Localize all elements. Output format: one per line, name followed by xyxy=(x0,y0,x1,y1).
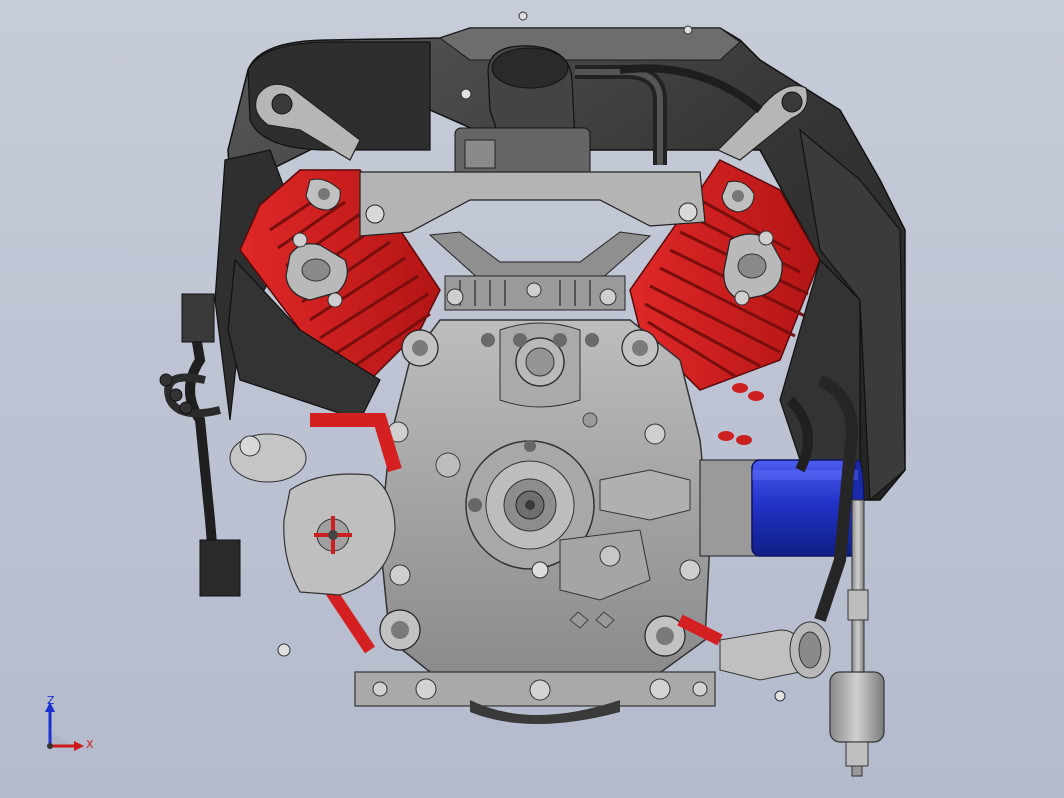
cad-viewport[interactable]: Z X xyxy=(0,0,1064,798)
solenoid xyxy=(229,433,307,483)
x-axis-label: X xyxy=(86,738,94,751)
engine-model[interactable] xyxy=(0,0,1064,798)
connector-block xyxy=(181,293,215,343)
v-valley-linkage xyxy=(428,231,652,281)
shroud-top-panel xyxy=(438,27,741,61)
head-cross-bracket xyxy=(359,171,706,237)
z-axis-label: Z xyxy=(47,696,55,707)
oil-line-left xyxy=(310,413,402,473)
axis-triad: Z X xyxy=(45,696,94,751)
fuel-filter xyxy=(829,671,885,777)
oil-line-lower xyxy=(325,586,375,654)
fuel-elbow xyxy=(719,629,801,681)
starter-motor xyxy=(283,473,396,596)
